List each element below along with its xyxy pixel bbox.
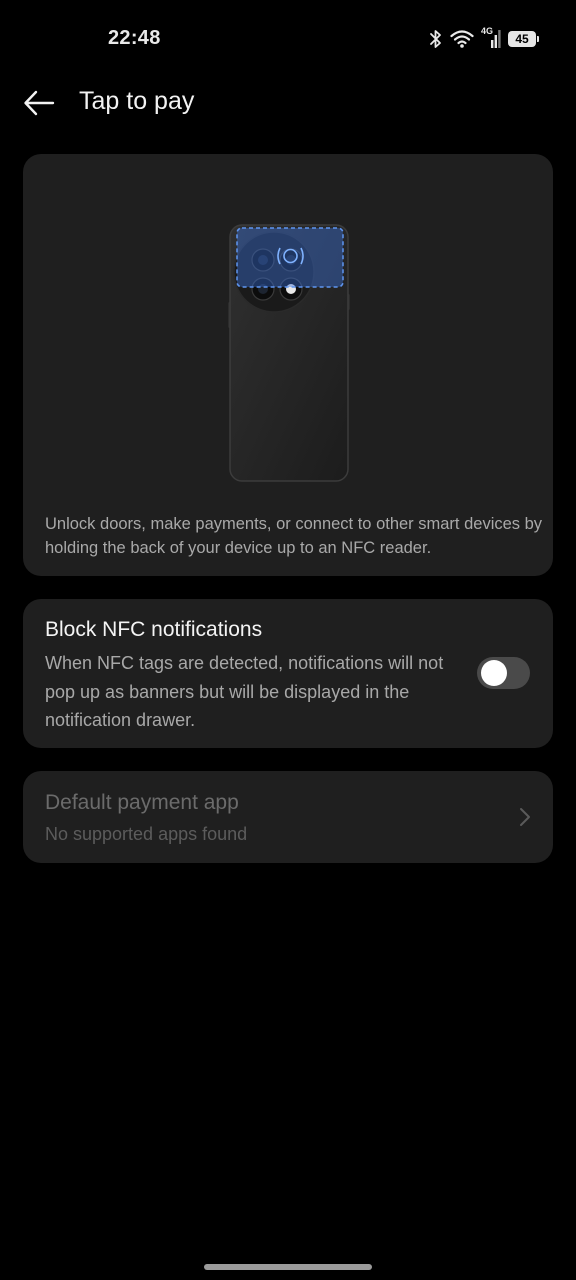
block-nfc-toggle[interactable]: [477, 657, 530, 689]
signal-icon: 4G: [481, 26, 501, 50]
block-nfc-notifications-item[interactable]: Block NFC notifications When NFC tags ar…: [23, 599, 553, 748]
nfc-illustration-card: Unlock doors, make payments, or connect …: [23, 154, 553, 576]
app-header: Tap to pay: [0, 78, 576, 126]
default-payment-title: Default payment app: [45, 791, 239, 814]
status-time: 22:48: [108, 27, 161, 49]
bluetooth-icon: [429, 29, 443, 49]
chevron-right-icon: [519, 807, 531, 832]
wifi-icon: [450, 30, 474, 48]
arrow-left-icon: [24, 90, 55, 116]
toggle-knob: [481, 660, 507, 686]
status-icons: 4G 45: [429, 26, 539, 51]
page-title: Tap to pay: [79, 87, 195, 115]
default-payment-subtitle: No supported apps found: [45, 824, 248, 844]
block-nfc-title: Block NFC notifications: [45, 618, 263, 641]
nfc-description: Unlock doors, make payments, or connect …: [45, 515, 543, 557]
default-payment-app-item[interactable]: Default payment app No supported apps fo…: [23, 771, 553, 863]
block-nfc-description: When NFC tags are detected, notification…: [45, 653, 444, 730]
battery-icon: 45: [508, 31, 539, 47]
phone-illustration: [228, 224, 350, 484]
back-button[interactable]: [18, 82, 60, 124]
status-bar: 22:48 4G 45: [0, 0, 576, 78]
home-indicator[interactable]: [204, 1264, 372, 1270]
